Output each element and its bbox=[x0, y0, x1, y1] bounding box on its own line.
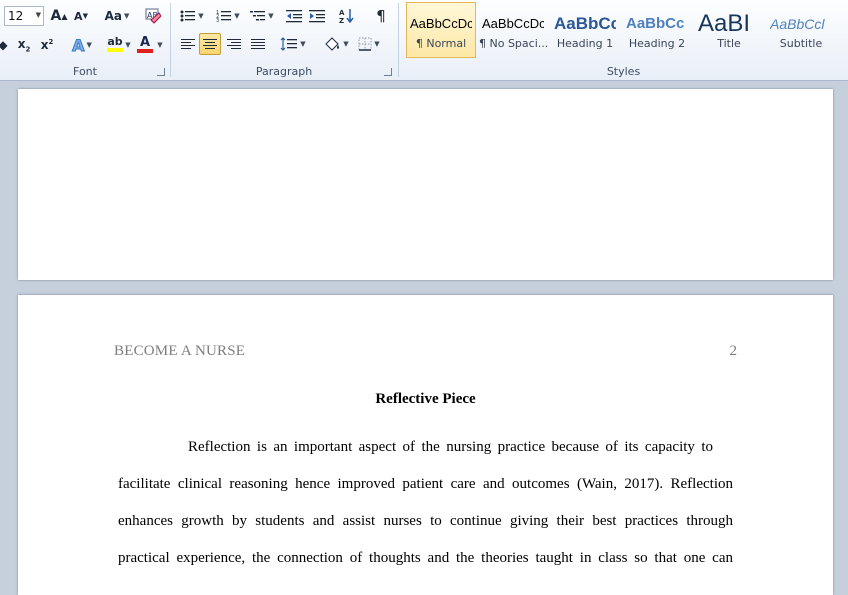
running-header[interactable]: BECOME A NURSE bbox=[114, 343, 245, 360]
increase-indent-button[interactable] bbox=[307, 5, 327, 27]
document-page-2[interactable]: BECOME A NURSE 2 Reflective Piece Reflec… bbox=[18, 295, 833, 595]
show-hide-marks-button[interactable]: ¶ bbox=[371, 5, 391, 27]
align-right-icon bbox=[227, 37, 241, 51]
page-number[interactable]: 2 bbox=[730, 343, 738, 360]
style-name: Heading 2 bbox=[628, 37, 686, 50]
align-left-button[interactable] bbox=[177, 33, 199, 55]
style-heading-2[interactable]: AaBbCc Heading 2 bbox=[622, 2, 692, 58]
superscript-icon: x2 bbox=[40, 38, 54, 52]
borders-button[interactable]: ▼ bbox=[354, 33, 384, 55]
body-text-line[interactable]: enhances growth by students and assist n… bbox=[118, 513, 733, 530]
highlight-color-bar bbox=[107, 48, 123, 52]
multilevel-list-icon bbox=[250, 11, 266, 21]
line-spacing-button[interactable]: ▼ bbox=[279, 33, 307, 55]
clear-formatting-button[interactable]: AB bbox=[142, 5, 164, 27]
change-case-button[interactable]: Aa ▼ bbox=[103, 5, 131, 27]
paragraph-group-label: Paragraph bbox=[255, 65, 313, 78]
style-sample: AaBI bbox=[698, 13, 751, 35]
bullets-icon bbox=[180, 10, 196, 22]
borders-icon bbox=[358, 37, 372, 51]
style-sample: AaBbCcDc bbox=[410, 16, 472, 31]
font-color-dropdown[interactable]: ▼ bbox=[154, 34, 164, 56]
align-center-icon bbox=[203, 37, 217, 51]
grow-font-icon: A bbox=[50, 8, 62, 24]
justify-button[interactable] bbox=[247, 33, 269, 55]
highlighter-icon: ab bbox=[107, 35, 123, 48]
grow-font-button[interactable]: A ▲ bbox=[49, 5, 69, 27]
subscript-button[interactable]: x2 bbox=[14, 34, 34, 56]
font-group: 12 ▼ A ▲ A ▼ Aa ▼ AB ◆ x2 x2 A ▼ ab ▼ A … bbox=[0, 0, 170, 80]
change-case-icon: Aa bbox=[104, 9, 122, 23]
align-left-icon bbox=[181, 37, 195, 51]
svg-text:3: 3 bbox=[216, 18, 219, 23]
body-text-line[interactable]: facilitate clinical reasoning hence impr… bbox=[118, 476, 733, 493]
font-color-bar bbox=[137, 48, 153, 53]
shrink-font-icon: A bbox=[74, 9, 83, 23]
style-name: Title bbox=[717, 37, 741, 50]
align-right-button[interactable] bbox=[223, 33, 245, 55]
justify-icon bbox=[251, 37, 265, 51]
document-page-1[interactable] bbox=[18, 89, 833, 280]
chevron-down-icon: ▼ bbox=[125, 41, 131, 49]
increase-indent-icon bbox=[309, 10, 325, 23]
subscript-icon: x2 bbox=[17, 36, 31, 54]
style-name: ¶ Normal bbox=[415, 37, 467, 50]
numbering-button[interactable]: 1 2 3 ▼ bbox=[213, 5, 243, 27]
clear-formatting-icon: AB bbox=[145, 8, 161, 24]
decrease-indent-icon bbox=[286, 10, 302, 23]
font-size-combobox[interactable]: 12 ▼ bbox=[4, 6, 44, 26]
style-sample: AaBbCcDc bbox=[482, 16, 544, 31]
style-sample: A bbox=[839, 13, 847, 35]
style-name: Heading 1 bbox=[556, 37, 614, 50]
font-group-label: Font bbox=[73, 65, 97, 78]
shading-button[interactable]: ▼ bbox=[321, 33, 351, 55]
style-normal[interactable]: AaBbCcDc ¶ Normal bbox=[406, 2, 476, 58]
document-title[interactable]: Reflective Piece bbox=[18, 391, 833, 408]
paint-bucket-icon bbox=[325, 37, 340, 51]
chevron-down-icon: ▼ bbox=[157, 41, 163, 49]
style-name: Subtitle bbox=[779, 37, 823, 50]
text-effects-icon: A bbox=[72, 35, 85, 55]
font-size-value: 12 bbox=[8, 9, 24, 23]
body-text-line[interactable]: practical experience, the connection of … bbox=[118, 550, 733, 567]
strikethrough-button[interactable]: ◆ bbox=[0, 34, 10, 56]
multilevel-list-button[interactable]: ▼ bbox=[247, 5, 277, 27]
chevron-down-icon[interactable]: ▼ bbox=[36, 11, 41, 19]
numbering-icon: 1 2 3 bbox=[216, 10, 232, 23]
paragraph-dialog-launcher-icon[interactable] bbox=[384, 68, 392, 76]
style-title[interactable]: AaBI Title bbox=[694, 2, 764, 58]
svg-text:A: A bbox=[339, 9, 345, 17]
sort-button[interactable]: A Z bbox=[336, 5, 358, 27]
style-sample: AaBbCcl bbox=[770, 16, 825, 32]
font-color-icon: A bbox=[139, 34, 151, 50]
ribbon: 12 ▼ A ▲ A ▼ Aa ▼ AB ◆ x2 x2 A ▼ ab ▼ A … bbox=[0, 0, 848, 81]
style-subtle-emphasis[interactable]: A S bbox=[838, 2, 848, 58]
style-sample: AaBbCc bbox=[554, 14, 616, 33]
font-dialog-launcher-icon[interactable] bbox=[157, 68, 165, 76]
sort-icon: A Z bbox=[339, 9, 354, 24]
superscript-button[interactable]: x2 bbox=[37, 34, 57, 56]
highlight-dropdown[interactable]: ▼ bbox=[122, 34, 132, 56]
style-no-spacing[interactable]: AaBbCcDc ¶ No Spaci... bbox=[478, 2, 548, 58]
paragraph-group: ▼ 1 2 3 ▼ ▼ A Z ¶ ▼ ▼ ▼ Paragraph bbox=[171, 0, 397, 80]
style-subtitle[interactable]: AaBbCcl Subtitle bbox=[766, 2, 836, 58]
align-center-button[interactable] bbox=[199, 33, 221, 55]
style-name: S bbox=[839, 37, 847, 50]
styles-group-label: Styles bbox=[606, 65, 641, 78]
strikethrough-icon: ◆ bbox=[0, 38, 8, 52]
style-heading-1[interactable]: AaBbCc Heading 1 bbox=[550, 2, 620, 58]
body-text-line[interactable]: Reflection is an important aspect of the… bbox=[188, 439, 713, 456]
text-effects-button[interactable]: A ▼ bbox=[68, 34, 96, 56]
style-sample: AaBbCc bbox=[626, 15, 685, 32]
font-color-button[interactable]: A bbox=[135, 33, 155, 55]
bullets-button[interactable]: ▼ bbox=[177, 5, 207, 27]
shrink-font-button[interactable]: A ▼ bbox=[72, 5, 90, 27]
line-spacing-icon bbox=[280, 37, 298, 51]
svg-text:Z: Z bbox=[339, 17, 344, 24]
decrease-indent-button[interactable] bbox=[284, 5, 304, 27]
pilcrow-icon: ¶ bbox=[376, 7, 386, 25]
style-name: ¶ No Spaci... bbox=[479, 37, 547, 50]
